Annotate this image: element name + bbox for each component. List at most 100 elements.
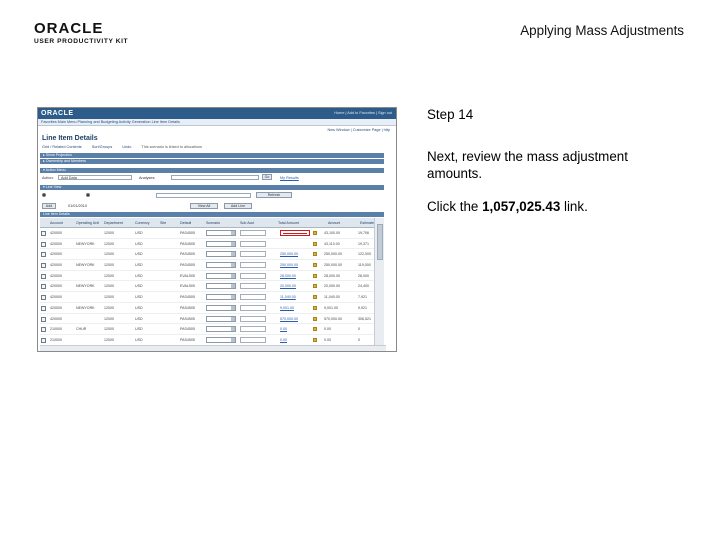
cell-estimate: 122,000 — [358, 252, 371, 257]
row-checkbox[interactable] — [41, 252, 46, 258]
sub-acct-input[interactable] — [240, 240, 266, 247]
click-instruction: Click the 1,057,025.43 link. — [427, 199, 588, 214]
row-checkbox[interactable] — [41, 337, 46, 343]
section-line-view[interactable]: ▾ Line View — [40, 185, 384, 190]
scenario-dropdown[interactable] — [206, 272, 236, 279]
row-checkbox[interactable] — [41, 263, 46, 269]
sub-acct-input[interactable] — [240, 336, 266, 343]
col-account[interactable]: Account — [50, 218, 63, 227]
my-results-link[interactable]: My Results — [280, 176, 299, 180]
tab-undo[interactable]: Undo — [122, 145, 131, 149]
horizontal-scrollbar[interactable] — [40, 345, 386, 351]
scenario-dropdown[interactable] — [206, 336, 236, 343]
tab-grid[interactable]: Grid / Related Contents — [42, 145, 82, 149]
col-total-amount[interactable]: Total Amount — [278, 218, 299, 227]
total-amount-link-highlighted[interactable] — [280, 230, 310, 236]
scenario-dropdown[interactable] — [206, 304, 236, 311]
sub-acct-input[interactable] — [240, 315, 266, 322]
detail-icon[interactable] — [313, 263, 317, 268]
col-amount[interactable]: Amount — [328, 218, 340, 227]
cell-estimate: 19,371 — [358, 241, 369, 246]
total-amount-link[interactable]: 250,000.00 — [280, 260, 298, 270]
app-toolbar[interactable]: New Window | Customize Page | http — [38, 126, 396, 135]
sub-acct-input[interactable] — [240, 272, 266, 279]
row-checkbox[interactable] — [41, 241, 46, 247]
section-show-projection[interactable]: ▸ Show Projection — [40, 153, 384, 158]
total-amount-link[interactable]: 0.00 — [280, 324, 287, 334]
action-select[interactable]: Add Data — [58, 175, 132, 180]
row-checkbox[interactable] — [41, 231, 46, 236]
total-amount-link[interactable]: 9,001.00 — [280, 303, 294, 313]
detail-icon[interactable] — [313, 284, 317, 289]
scenario-dropdown[interactable] — [206, 251, 236, 258]
col-operating-unit[interactable]: Operating Unit — [76, 218, 99, 227]
tab-sort[interactable]: Sort/Groups — [92, 145, 112, 149]
detail-icon[interactable] — [313, 305, 317, 310]
sub-acct-input[interactable] — [240, 294, 266, 301]
detail-icon[interactable] — [313, 273, 317, 278]
app-screenshot: ORACLE Home | Add to Favorites | Sign ou… — [37, 107, 397, 352]
radio-2[interactable] — [86, 193, 90, 197]
cell-currency: USD — [135, 327, 143, 332]
scenario-dropdown[interactable] — [206, 315, 236, 322]
scenario-dropdown[interactable] — [206, 230, 236, 236]
sub-acct-input[interactable] — [240, 251, 266, 258]
row-checkbox[interactable] — [41, 273, 46, 279]
scenario-dropdown[interactable] — [206, 294, 236, 301]
col-default[interactable]: Default — [180, 218, 191, 227]
sub-acct-input[interactable] — [240, 230, 266, 236]
total-amount-link[interactable]: 28,000.00 — [280, 271, 296, 281]
detail-icon[interactable] — [313, 316, 317, 321]
row-checkbox[interactable] — [41, 316, 46, 322]
col-site[interactable]: Site — [160, 218, 166, 227]
detail-icon[interactable] — [313, 337, 317, 342]
line-view-select[interactable] — [156, 193, 251, 198]
col-sub-acct[interactable]: Sub Acct — [240, 218, 254, 227]
detail-icon[interactable] — [313, 295, 317, 300]
col-scenario[interactable]: Scenario — [206, 218, 220, 227]
row-checkbox[interactable] — [41, 305, 46, 311]
scroll-thumb[interactable] — [377, 224, 383, 260]
radio-1[interactable] — [42, 193, 46, 197]
go-button[interactable]: Go — [262, 174, 272, 180]
detail-icon[interactable] — [313, 231, 317, 235]
scenario-dropdown[interactable] — [206, 326, 236, 333]
total-amount-link[interactable]: 570,000.00 — [280, 314, 298, 324]
row-checkbox[interactable] — [41, 284, 46, 290]
detail-icon[interactable] — [313, 241, 317, 246]
section-action-menu[interactable]: ▾ Action Menu — [40, 168, 384, 173]
add-line-button[interactable]: Add Line — [224, 203, 252, 209]
detail-icon[interactable] — [313, 327, 317, 332]
cell-account: 210000 — [50, 327, 62, 332]
sub-acct-input[interactable] — [240, 326, 266, 333]
cell-currency: USD — [135, 337, 143, 342]
cell-department: 12000 — [104, 273, 114, 278]
app-menu-bar[interactable]: Favorites Main Menu Planning and Budgeti… — [38, 119, 396, 126]
total-amount-link[interactable]: 11,040.00 — [280, 292, 296, 302]
sub-acct-input[interactable] — [240, 262, 266, 269]
scenario-dropdown[interactable] — [206, 283, 236, 290]
cell-currency: USD — [135, 305, 143, 310]
col-estimate[interactable]: Estimate — [360, 218, 374, 227]
col-currency[interactable]: Currency — [135, 218, 150, 227]
col-department[interactable]: Department — [104, 218, 123, 227]
click-suffix: link. — [560, 199, 588, 214]
scenario-dropdown[interactable] — [206, 240, 236, 247]
section-ownership[interactable]: ▸ Ownership and Members — [40, 159, 384, 164]
row-checkbox[interactable] — [41, 295, 46, 301]
total-amount-link[interactable]: 250,000.00 — [280, 249, 298, 259]
sub-acct-input[interactable] — [240, 283, 266, 290]
view-all-button[interactable]: View All — [190, 203, 218, 209]
table-row: 420000 NEWYORK 12000 USD PAS4505 43,110.00 19,… — [40, 239, 384, 250]
sub-acct-input[interactable] — [240, 304, 266, 311]
refresh-button[interactable]: Refresh — [256, 192, 292, 198]
analyses-select[interactable] — [171, 175, 259, 180]
row-checkbox[interactable] — [41, 327, 46, 333]
detail-icon[interactable] — [313, 252, 317, 257]
scenario-dropdown[interactable] — [206, 262, 236, 269]
total-amount-link[interactable]: 20,000.00 — [280, 281, 296, 291]
app-header-links[interactable]: Home | Add to Favorites | Sign out — [334, 111, 392, 115]
total-amount-link[interactable]: 0.00 — [280, 335, 287, 345]
add-button[interactable]: Add — [42, 203, 56, 209]
vertical-scrollbar[interactable] — [374, 218, 384, 351]
